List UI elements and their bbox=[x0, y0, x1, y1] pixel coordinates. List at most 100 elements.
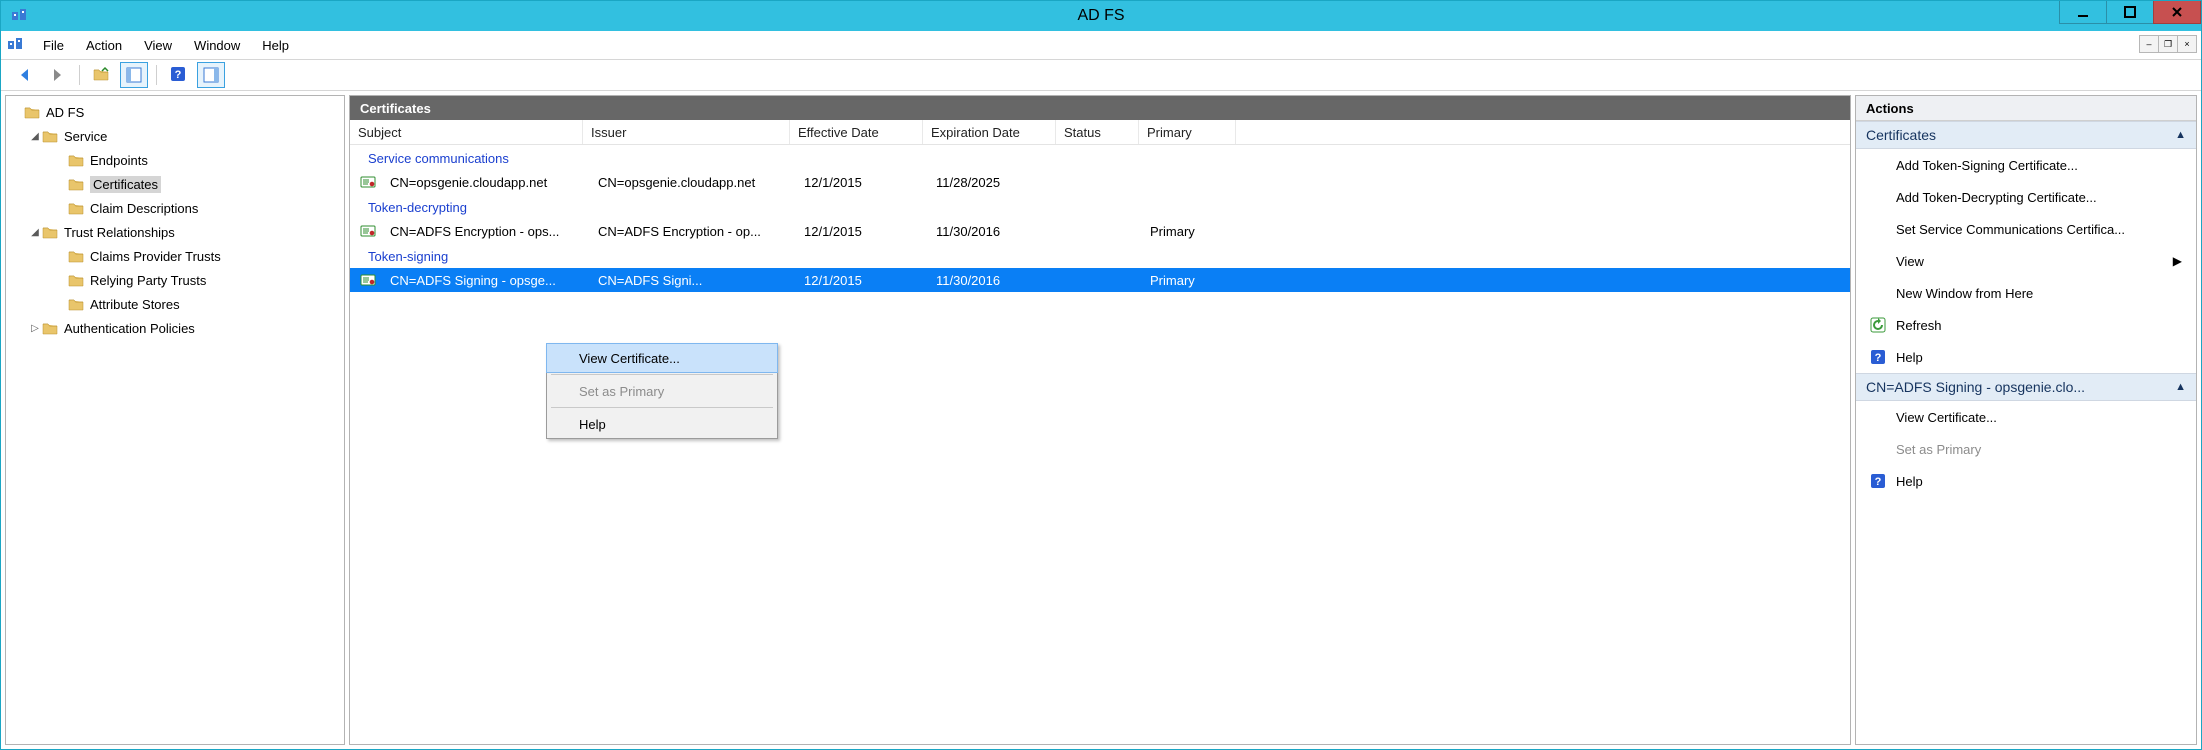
action-add-token-decrypting[interactable]: Add Token-Decrypting Certificate... bbox=[1856, 181, 2196, 213]
cell-issuer: CN=ADFS Encryption - op... bbox=[590, 224, 796, 239]
col-subject[interactable]: Subject bbox=[350, 120, 583, 144]
tree-label: Claim Descriptions bbox=[90, 201, 198, 216]
back-button[interactable] bbox=[11, 62, 39, 88]
actions-group-label: Certificates bbox=[1866, 127, 1936, 143]
context-help[interactable]: Help bbox=[547, 410, 777, 438]
action-help-2[interactable]: Help bbox=[1856, 465, 2196, 497]
cert-row-token-signing[interactable]: CN=ADFS Signing - opsge... CN=ADFS Signi… bbox=[350, 268, 1850, 292]
menu-help[interactable]: Help bbox=[252, 34, 299, 57]
tree-node-claims-provider-trusts[interactable]: ▶ Claims Provider Trusts bbox=[6, 244, 344, 268]
action-label: Add Token-Signing Certificate... bbox=[1896, 158, 2078, 173]
action-label: Set as Primary bbox=[1896, 442, 1981, 457]
up-button[interactable] bbox=[88, 62, 116, 88]
col-primary[interactable]: Primary bbox=[1139, 120, 1236, 144]
tree-node-relying-party-trusts[interactable]: ▶ Relying Party Trusts bbox=[6, 268, 344, 292]
help-button[interactable] bbox=[165, 62, 193, 88]
action-set-as-primary[interactable]: Set as Primary bbox=[1856, 433, 2196, 465]
folder-icon bbox=[68, 272, 86, 288]
cell-primary: Primary bbox=[1142, 273, 1238, 288]
menu-view[interactable]: View bbox=[134, 34, 182, 57]
blank-icon bbox=[1870, 409, 1886, 425]
toolbar bbox=[1, 60, 2201, 91]
submenu-arrow-icon: ▶ bbox=[2173, 254, 2182, 268]
action-view[interactable]: View ▶ bbox=[1856, 245, 2196, 277]
expander-icon[interactable]: ◢ bbox=[28, 227, 42, 238]
maximize-button[interactable] bbox=[2106, 1, 2154, 24]
tree-body[interactable]: ▶ AD FS ◢ Service ▶ Endpoints ▶ bbox=[6, 96, 344, 344]
tree-node-service[interactable]: ◢ Service bbox=[6, 124, 344, 148]
menu-file[interactable]: File bbox=[33, 34, 74, 57]
show-hide-action-pane-button[interactable] bbox=[197, 62, 225, 88]
action-help[interactable]: Help bbox=[1856, 341, 2196, 373]
tree-node-attribute-stores[interactable]: ▶ Attribute Stores bbox=[6, 292, 344, 316]
tree-label: Endpoints bbox=[90, 153, 148, 168]
action-label: Refresh bbox=[1896, 318, 1942, 333]
tree-label: Relying Party Trusts bbox=[90, 273, 206, 288]
actions-group-label: CN=ADFS Signing - opsgenie.clo... bbox=[1866, 379, 2085, 395]
context-set-as-primary[interactable]: Set as Primary bbox=[547, 377, 777, 405]
tree-node-adfs[interactable]: ▶ AD FS bbox=[6, 100, 344, 124]
group-token-signing: Token-signing bbox=[350, 243, 1850, 268]
blank-icon bbox=[1870, 157, 1886, 173]
context-view-certificate[interactable]: View Certificate... bbox=[546, 343, 778, 373]
forward-button[interactable] bbox=[43, 62, 71, 88]
mdi-minimize-button[interactable]: – bbox=[2139, 35, 2159, 53]
menu-window[interactable]: Window bbox=[184, 34, 250, 57]
action-set-service-comm[interactable]: Set Service Communications Certifica... bbox=[1856, 213, 2196, 245]
tree-node-endpoints[interactable]: ▶ Endpoints bbox=[6, 148, 344, 172]
tree-node-authentication-policies[interactable]: ▷ Authentication Policies bbox=[6, 316, 344, 340]
action-label: View bbox=[1896, 254, 1924, 269]
app-icon bbox=[11, 7, 29, 25]
action-view-certificate[interactable]: View Certificate... bbox=[1856, 401, 2196, 433]
folder-icon bbox=[68, 200, 86, 216]
blank-icon bbox=[1870, 285, 1886, 301]
folder-icon bbox=[42, 320, 60, 336]
tree-pane: ▶ AD FS ◢ Service ▶ Endpoints ▶ bbox=[5, 95, 345, 745]
cert-row-token-decrypting[interactable]: CN=ADFS Encryption - ops... CN=ADFS Encr… bbox=[350, 219, 1850, 243]
actions-group-selected-cert[interactable]: CN=ADFS Signing - opsgenie.clo... ▲ bbox=[1856, 373, 2196, 401]
list-body[interactable]: Service communications CN=opsgenie.cloud… bbox=[350, 145, 1850, 744]
col-status[interactable]: Status bbox=[1056, 120, 1139, 144]
help-icon bbox=[1870, 349, 1886, 365]
mdi-restore-button[interactable]: ❐ bbox=[2158, 35, 2178, 53]
cell-issuer: CN=opsgenie.cloudapp.net bbox=[590, 175, 796, 190]
tree-node-certificates[interactable]: ▶ Certificates bbox=[6, 172, 344, 196]
context-menu-separator bbox=[551, 374, 773, 375]
col-issuer[interactable]: Issuer bbox=[583, 120, 790, 144]
tree-label: Certificates bbox=[90, 176, 161, 193]
certificate-icon bbox=[360, 272, 378, 288]
col-effective[interactable]: Effective Date bbox=[790, 120, 923, 144]
expander-icon[interactable]: ◢ bbox=[28, 131, 42, 142]
cell-subject: CN=ADFS Encryption - ops... bbox=[382, 224, 590, 239]
mmc-icon bbox=[7, 36, 25, 54]
action-new-window[interactable]: New Window from Here bbox=[1856, 277, 2196, 309]
actions-group-certificates[interactable]: Certificates ▲ bbox=[1856, 121, 2196, 149]
close-button[interactable] bbox=[2153, 1, 2201, 24]
blank-icon bbox=[1870, 253, 1886, 269]
cert-row-service-comm[interactable]: CN=opsgenie.cloudapp.net CN=opsgenie.clo… bbox=[350, 170, 1850, 194]
actions-pane: Actions Certificates ▲ Add Token-Signing… bbox=[1855, 95, 2197, 745]
menu-action[interactable]: Action bbox=[76, 34, 132, 57]
context-menu-separator bbox=[551, 407, 773, 408]
help-icon bbox=[1870, 473, 1886, 489]
list-pane-header: Certificates bbox=[350, 96, 1850, 120]
tree-node-trust-relationships[interactable]: ◢ Trust Relationships bbox=[6, 220, 344, 244]
minimize-button[interactable] bbox=[2059, 1, 2107, 24]
show-hide-tree-button[interactable] bbox=[120, 62, 148, 88]
group-token-decrypting: Token-decrypting bbox=[350, 194, 1850, 219]
body: ▶ AD FS ◢ Service ▶ Endpoints ▶ bbox=[1, 91, 2201, 749]
blank-icon bbox=[1870, 189, 1886, 205]
tree-node-claim-descriptions[interactable]: ▶ Claim Descriptions bbox=[6, 196, 344, 220]
tree-label: Authentication Policies bbox=[64, 321, 195, 336]
collapse-icon: ▲ bbox=[2175, 381, 2186, 393]
action-add-token-signing[interactable]: Add Token-Signing Certificate... bbox=[1856, 149, 2196, 181]
action-label: Add Token-Decrypting Certificate... bbox=[1896, 190, 2097, 205]
col-expiration[interactable]: Expiration Date bbox=[923, 120, 1056, 144]
expander-icon[interactable]: ▷ bbox=[28, 323, 42, 334]
cell-effective: 12/1/2015 bbox=[796, 175, 928, 190]
action-refresh[interactable]: Refresh bbox=[1856, 309, 2196, 341]
cell-primary: Primary bbox=[1142, 224, 1238, 239]
window-title: AD FS bbox=[1, 7, 2201, 25]
context-menu: View Certificate... Set as Primary Help bbox=[546, 343, 778, 439]
mdi-close-button[interactable]: × bbox=[2177, 35, 2197, 53]
